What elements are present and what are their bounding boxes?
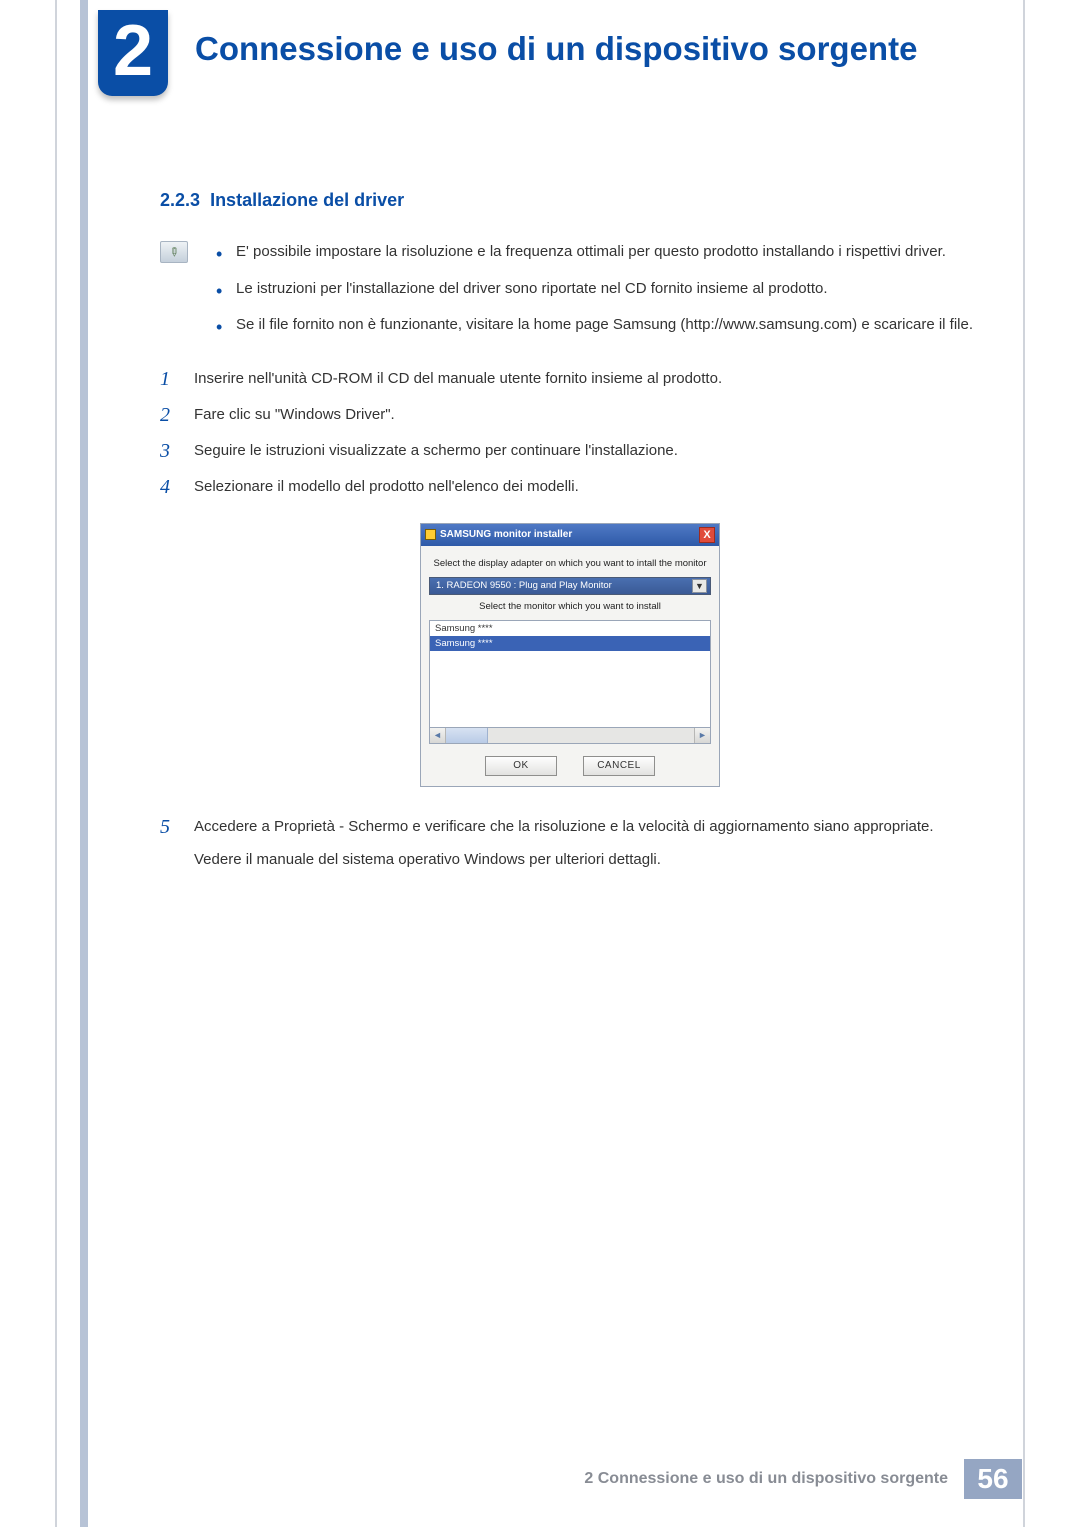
step-text: Seguire le istruzioni visualizzate a sch…: [194, 439, 980, 462]
scroll-thumb[interactable]: [446, 728, 488, 743]
step-text: Fare clic su "Windows Driver".: [194, 403, 980, 426]
steps-list: 1 Inserire nell'unità CD-ROM il CD del m…: [160, 367, 980, 499]
note-list: E' possibile impostare la risoluzione e …: [208, 241, 980, 351]
list-item[interactable]: Samsung ****: [430, 621, 710, 636]
step-item: 1 Inserire nell'unità CD-ROM il CD del m…: [160, 367, 980, 391]
close-icon[interactable]: X: [699, 527, 715, 543]
scroll-track[interactable]: [488, 728, 694, 743]
step-number: 4: [160, 475, 178, 499]
cancel-button[interactable]: CANCEL: [583, 756, 655, 776]
step-number: 1: [160, 367, 178, 391]
installer-monitor-label: Select the monitor which you want to ins…: [429, 601, 711, 612]
note-item: Se il file fornito non è funzionante, vi…: [208, 314, 980, 337]
step-text: Accedere a Proprietà - Schermo e verific…: [194, 815, 980, 872]
installer-app-icon: [425, 529, 436, 540]
content-area: 2.2.3 Installazione del driver E' possib…: [160, 190, 980, 883]
installer-body: Select the display adapter on which you …: [421, 546, 719, 786]
scroll-right-icon[interactable]: ►: [694, 728, 710, 743]
page-footer: 2 Connessione e uso di un dispositivo so…: [584, 1459, 1022, 1499]
note-item: Le istruzioni per l'installazione del dr…: [208, 278, 980, 301]
adapter-combobox[interactable]: 1. RADEON 9550 : Plug and Play Monitor ▼: [429, 577, 711, 595]
scroll-left-icon[interactable]: ◄: [430, 728, 446, 743]
step-item: 2 Fare clic su "Windows Driver".: [160, 403, 980, 427]
horizontal-scrollbar[interactable]: ◄ ►: [429, 728, 711, 744]
step-item: 5 Accedere a Proprietà - Schermo e verif…: [160, 815, 980, 872]
chapter-number: 2: [113, 15, 153, 87]
step-number: 3: [160, 439, 178, 463]
step-text-extra: Vedere il manuale del sistema operativo …: [194, 848, 980, 871]
chevron-down-icon[interactable]: ▼: [692, 579, 707, 593]
note-block: E' possibile impostare la risoluzione e …: [160, 241, 980, 351]
step-text-main: Accedere a Proprietà - Schermo e verific…: [194, 818, 934, 835]
footer-breadcrumb: 2 Connessione e uso di un dispositivo so…: [584, 1470, 964, 1488]
page-number: 56: [964, 1459, 1022, 1499]
installer-titlebar: SAMSUNG monitor installer X: [421, 524, 719, 546]
chapter-title: Connessione e uso di un dispositivo sorg…: [195, 30, 917, 68]
steps-list-cont: 5 Accedere a Proprietà - Schermo e verif…: [160, 815, 980, 872]
section-heading: 2.2.3 Installazione del driver: [160, 190, 980, 211]
ok-button[interactable]: OK: [485, 756, 557, 776]
installer-figure: SAMSUNG monitor installer X Select the d…: [420, 523, 720, 787]
section-number: 2.2.3: [160, 190, 200, 210]
installer-window: SAMSUNG monitor installer X Select the d…: [420, 523, 720, 787]
note-item: E' possibile impostare la risoluzione e …: [208, 241, 980, 264]
section-title: Installazione del driver: [210, 190, 404, 210]
step-text: Selezionare il modello del prodotto nell…: [194, 475, 980, 498]
chapter-badge: 2: [98, 10, 168, 96]
installer-button-row: OK CANCEL: [429, 756, 711, 776]
left-accent-bar: [80, 0, 88, 1527]
list-item-selected[interactable]: Samsung ****: [430, 636, 710, 651]
step-number: 5: [160, 815, 178, 839]
installer-title: SAMSUNG monitor installer: [440, 529, 572, 540]
step-number: 2: [160, 403, 178, 427]
adapter-selected-value: 1. RADEON 9550 : Plug and Play Monitor: [436, 580, 612, 591]
step-item: 3 Seguire le istruzioni visualizzate a s…: [160, 439, 980, 463]
monitor-listbox[interactable]: Samsung **** Samsung ****: [429, 620, 711, 728]
note-icon: [160, 241, 188, 263]
installer-adapter-label: Select the display adapter on which you …: [429, 558, 711, 569]
step-text: Inserire nell'unità CD-ROM il CD del man…: [194, 367, 980, 390]
step-item: 4 Selezionare il modello del prodotto ne…: [160, 475, 980, 499]
